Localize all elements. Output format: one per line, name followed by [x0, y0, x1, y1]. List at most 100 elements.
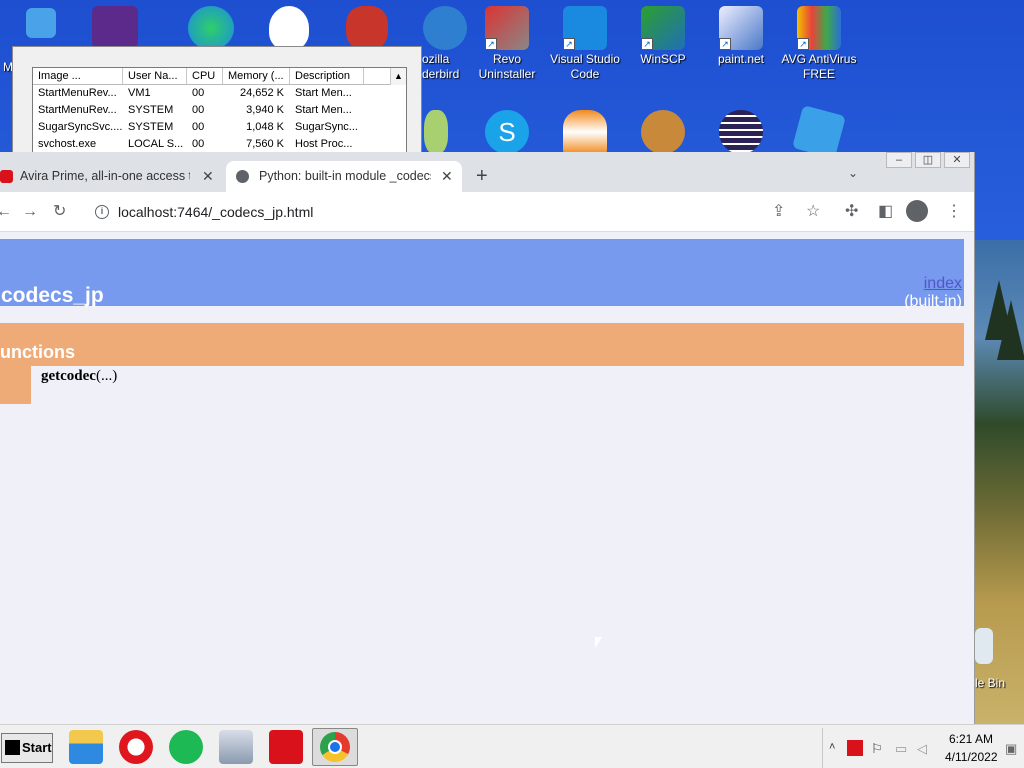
process-list-header: Image ... User Na... CPU Memory (... Des… — [33, 68, 406, 85]
clock-date[interactable]: 4/11/2022 — [945, 750, 998, 764]
window-controls: – ◫ ✕ — [883, 152, 970, 168]
process-rows: StartMenuRev... VM1 00 24,652 K Start Men...… — [33, 85, 406, 153]
process-row[interactable]: StartMenuRev... SYSTEM 00 3,940 K Start Men.… — [33, 102, 406, 119]
process-cell-cpu: 00 — [192, 87, 205, 99]
reload-button[interactable]: ↻ — [53, 202, 66, 222]
bookmark-star-icon[interactable]: ☆ — [806, 202, 820, 222]
process-row[interactable]: SugarSyncSvc.... SYSTEM 00 1,048 K SugarSync… — [33, 119, 406, 136]
function-name: getcodec — [41, 368, 96, 384]
shortcut-arrow-icon: ↗ — [485, 38, 497, 50]
start-button[interactable]: Start — [1, 733, 53, 763]
winscp-desktop-icon[interactable]: ↗ WinSCP — [622, 0, 704, 67]
house-icon — [641, 110, 685, 154]
opera-icon[interactable] — [119, 730, 153, 764]
spotify-icon[interactable] — [169, 730, 203, 764]
index-link[interactable]: index — [924, 275, 962, 293]
edge-desktop-icon[interactable] — [170, 0, 252, 52]
desktop-icon-label: Visual Studio — [550, 52, 620, 66]
process-cell-user: SYSTEM — [128, 104, 174, 116]
revo-uninstaller-desktop-icon[interactable]: ↗ Revo Uninstaller — [466, 0, 548, 82]
back-button[interactable]: ← — [0, 202, 12, 222]
avira-icon[interactable] — [269, 730, 303, 764]
process-cell-memory: 1,048 K — [246, 121, 284, 133]
avg-desktop-icon[interactable]: ↗ AVG AntiVirus FREE — [778, 0, 860, 82]
close-window-button[interactable]: ✕ — [944, 152, 970, 168]
thunderbird-label-1: ozilla — [422, 52, 450, 66]
network-icon[interactable]: ▭ — [895, 741, 907, 757]
functions-side-bar — [0, 366, 31, 404]
vlc-desktop-icon[interactable] — [544, 104, 626, 156]
flag-icon[interactable]: ⚐ — [871, 741, 883, 757]
tab-avira[interactable]: Avira Prime, all-in-one access to ✕ — [0, 161, 222, 192]
chrome-taskbar-button[interactable] — [312, 728, 358, 766]
winscp-icon: ↗ — [641, 6, 685, 50]
browser-menu-icon[interactable]: ⋮ — [946, 202, 962, 222]
module-heading-bar: codecs_jp index (built-in) — [0, 239, 964, 310]
column-header-image[interactable]: Image ... — [33, 68, 123, 84]
tab-python-docs[interactable]: Python: built-in module _codecs_ ✕ — [226, 161, 462, 192]
avira-tray-icon[interactable] — [847, 740, 863, 756]
minimize-button[interactable]: – — [886, 152, 912, 168]
vscode-icon: ↗ — [563, 6, 607, 50]
globe-favicon-icon — [236, 170, 249, 183]
tray-expand-icon[interactable]: ˄ — [829, 741, 835, 753]
desktop-icon-label: Code — [570, 67, 600, 81]
skype-desktop-icon[interactable]: S — [466, 104, 548, 156]
notification-icon[interactable]: ▣ — [1005, 741, 1017, 757]
vlc-cone-icon — [563, 110, 607, 154]
address-bar[interactable]: i localhost:7464/_codecs_jp.html — [86, 197, 832, 227]
column-header-cpu[interactable]: CPU — [187, 68, 223, 84]
function-args: (...) — [95, 368, 118, 384]
recycle-bin-desktop-icon[interactable]: le Bin — [975, 628, 1024, 691]
builtin-label: (built-in) — [904, 293, 962, 310]
gimp-desktop-icon[interactable] — [326, 0, 408, 52]
tab-search-chevron-icon[interactable]: ⌄ — [848, 166, 858, 180]
desktop-icon-label: Revo — [492, 52, 521, 66]
shortcut-arrow-icon: ↗ — [719, 38, 731, 50]
new-tab-button[interactable]: + — [476, 164, 488, 188]
column-header-user[interactable]: User Na... — [123, 68, 187, 84]
extensions-puzzle-icon[interactable]: ✣ — [845, 202, 858, 222]
maximize-button[interactable]: ◫ — [915, 152, 941, 168]
functions-section-header: unctions — [0, 323, 964, 366]
tab-close-icon[interactable]: ✕ — [202, 161, 214, 192]
network-monitor-icon[interactable] — [219, 730, 253, 764]
column-header-description[interactable]: Description — [290, 68, 364, 84]
volume-icon[interactable]: ◁ — [917, 741, 927, 757]
start-square-icon — [5, 740, 20, 755]
url-text[interactable]: localhost:7464/_codecs_jp.html — [118, 204, 313, 220]
tree-shape — [997, 300, 1024, 360]
eclipse-desktop-icon[interactable] — [700, 104, 782, 156]
foobar-desktop-icon[interactable] — [248, 0, 330, 52]
browser-titlebar: – ◫ ✕ Avira Prime, all-in-one access to … — [0, 152, 974, 192]
desktop-icon-label: WinSCP — [640, 52, 686, 66]
process-cell-memory: 7,560 K — [246, 138, 284, 150]
site-info-icon[interactable]: i — [95, 205, 109, 219]
column-header-memory[interactable]: Memory (... — [223, 68, 290, 84]
process-row[interactable]: svchost.exe LOCAL S... 00 7,560 K Host Proc.… — [33, 136, 406, 153]
forward-button[interactable]: → — [22, 202, 38, 222]
share-icon[interactable]: ⇪ — [772, 202, 785, 222]
sweethome-desktop-icon[interactable] — [622, 104, 704, 156]
process-row[interactable]: StartMenuRev... VM1 00 24,652 K Start Men... — [33, 85, 406, 102]
paintnet-desktop-icon[interactable]: ↗ paint.net — [700, 0, 782, 67]
profile-avatar-icon[interactable] — [906, 200, 928, 222]
notepad-plus-desktop-icon[interactable] — [92, 0, 174, 50]
tab-close-icon[interactable]: ✕ — [441, 161, 453, 192]
avira-favicon-icon — [0, 170, 13, 183]
cartoon-icon — [424, 110, 448, 154]
process-list[interactable]: Image ... User Na... CPU Memory (... Des… — [32, 67, 407, 157]
tab-title: Python: built-in module _codecs_ — [259, 169, 431, 183]
roblox-icon — [792, 105, 846, 159]
page-content: codecs_jp index (built-in) unctions getc… — [0, 232, 974, 724]
clock-time[interactable]: 6:21 AM — [949, 732, 993, 746]
file-explorer-icon[interactable] — [69, 730, 103, 764]
roblox-desktop-icon[interactable] — [778, 104, 860, 159]
edge-icon — [188, 6, 234, 50]
process-cell-desc: SugarSync... — [295, 121, 358, 133]
desktop-icon-label: FREE — [802, 67, 835, 81]
vscode-desktop-icon[interactable]: ↗ Visual Studio Code — [544, 0, 626, 82]
scroll-up-arrow-icon[interactable]: ▲ — [390, 68, 406, 85]
side-panel-icon[interactable]: ◧ — [878, 202, 893, 222]
this-pc-desktop-icon[interactable] — [16, 2, 66, 40]
